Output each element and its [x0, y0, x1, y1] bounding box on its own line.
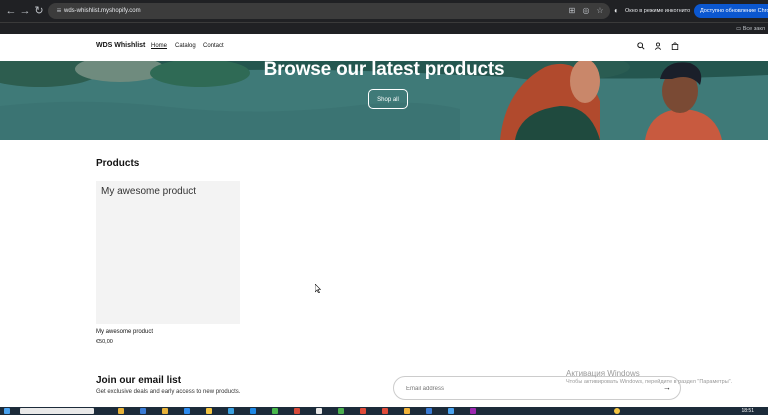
bookmarks-bar: ▭ Все закл: [0, 22, 768, 34]
taskbar-app-icon[interactable]: [140, 408, 146, 414]
back-icon[interactable]: ←: [4, 4, 18, 18]
eye-off-icon[interactable]: ◎: [581, 6, 591, 16]
taskbar-app-icon[interactable]: [272, 408, 278, 414]
taskbar-app-icon[interactable]: [250, 408, 256, 414]
update-chrome-button[interactable]: Доступно обновление Chrome: [694, 4, 768, 18]
address-bar[interactable]: ≡ wds-whishlist.myshopify.com ⊞ ◎ ☆: [48, 3, 610, 19]
translate-icon[interactable]: ⊞: [567, 6, 577, 16]
taskbar-app-icon[interactable]: [228, 408, 234, 414]
taskbar-app-icon[interactable]: [382, 408, 388, 414]
folder-icon: ▭: [736, 26, 742, 32]
taskbar-app-icon[interactable]: [294, 408, 300, 414]
incognito-label: Окно в режиме инкогнито: [625, 8, 691, 14]
all-bookmarks-folder[interactable]: ▭ Все закл: [736, 24, 765, 34]
all-bookmarks-label: Все закл: [742, 26, 765, 32]
weather-icon[interactable]: [614, 408, 620, 414]
taskbar-app-icon[interactable]: [470, 408, 476, 414]
taskbar-app-icon[interactable]: [360, 408, 366, 414]
taskbar-app-icon[interactable]: [316, 408, 322, 414]
incognito-indicator[interactable]: ◐ Окно в режиме инкогнито: [614, 4, 690, 18]
newsletter-description: Get exclusive deals and early access to …: [96, 389, 241, 395]
product-card-title[interactable]: My awesome product: [96, 329, 153, 335]
taskbar-app-icon[interactable]: [184, 408, 190, 414]
cart-icon[interactable]: [670, 42, 680, 52]
nav-home[interactable]: Home: [151, 43, 167, 49]
taskbar-app-icon[interactable]: [338, 408, 344, 414]
account-icon[interactable]: [653, 42, 663, 52]
shop-all-button[interactable]: Shop all: [368, 89, 408, 109]
store-brand[interactable]: WDS Whishlist: [96, 42, 145, 49]
product-card-price: €50,00: [96, 339, 113, 345]
star-icon[interactable]: ☆: [595, 6, 605, 16]
browser-toolbar: ← → ↻ ≡ wds-whishlist.myshopify.com ⊞ ◎ …: [0, 0, 768, 22]
search-icon[interactable]: [636, 42, 646, 52]
reload-icon[interactable]: ↻: [32, 4, 46, 18]
taskbar-search[interactable]: [20, 408, 94, 414]
taskbar-app-icon[interactable]: [118, 408, 124, 414]
product-placeholder-text: My awesome product: [101, 186, 197, 197]
hero-title: Browse our latest products: [263, 61, 505, 80]
products-heading: Products: [96, 158, 140, 169]
taskbar-app-icon[interactable]: [448, 408, 454, 414]
nav-catalog[interactable]: Catalog: [175, 43, 196, 49]
hero-banner: Browse our latest products Shop all: [0, 61, 768, 140]
forward-icon[interactable]: →: [18, 4, 32, 18]
windows-activation-text: Чтобы активировать Windows, перейдите в …: [566, 379, 733, 385]
taskbar-app-icon[interactable]: [426, 408, 432, 414]
url-text[interactable]: wds-whishlist.myshopify.com: [64, 3, 141, 19]
nav-contact[interactable]: Contact: [203, 43, 224, 49]
incognito-icon: ◐: [614, 6, 619, 15]
site-info-icon[interactable]: ≡: [54, 6, 64, 16]
product-card-image[interactable]: My awesome product: [96, 181, 240, 324]
taskbar-clock[interactable]: 18:51: [741, 407, 754, 415]
taskbar-app-icon[interactable]: [206, 408, 212, 414]
taskbar-app-icon[interactable]: [162, 408, 168, 414]
site-header: WDS Whishlist Home Catalog Contact: [0, 34, 768, 61]
mouse-cursor-icon: [315, 284, 321, 293]
windows-activation-title: Активация Windows: [566, 369, 640, 378]
taskbar-app-icon[interactable]: [404, 408, 410, 414]
newsletter-heading: Join our email list: [96, 375, 182, 386]
start-icon[interactable]: [4, 408, 10, 414]
windows-taskbar: 18:51: [0, 407, 768, 415]
